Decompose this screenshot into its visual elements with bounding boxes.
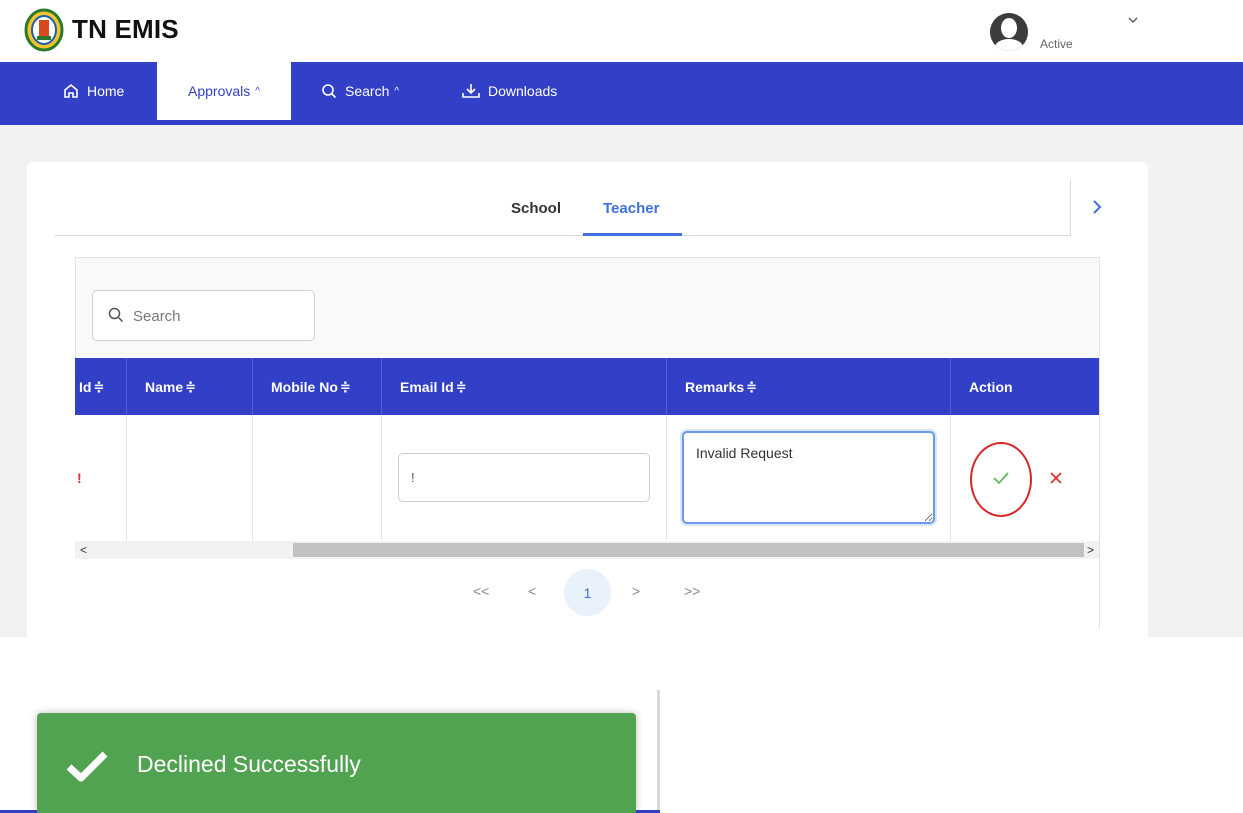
toast-message: Declined Successfully [137, 751, 361, 777]
email-field[interactable] [398, 453, 650, 502]
table-header: Id ≑ Name ≑ Mobile No ≑ Email Id ≑ Remarks ≑ … [75, 358, 1099, 415]
pagination-next[interactable]: > [632, 583, 640, 599]
search-input[interactable] [133, 305, 303, 327]
search-icon [108, 307, 124, 323]
tabs-divider [55, 235, 1070, 236]
checkmark-icon [66, 751, 108, 782]
pagination-last[interactable]: >> [684, 583, 700, 599]
tabs-vertical-divider [1070, 180, 1071, 236]
cell-id-value: ! [77, 470, 82, 486]
user-status: Active [1040, 37, 1073, 51]
tn-government-emblem-logo [24, 8, 64, 54]
tab-teacher[interactable]: Teacher [603, 200, 659, 217]
column-header-mobile[interactable]: Mobile No ≑ [253, 358, 382, 415]
pagination-current-page[interactable]: 1 [564, 569, 611, 616]
brand-title: TN EMIS [72, 14, 179, 44]
top-bar: TN EMIS Active [0, 0, 1243, 62]
nav-search[interactable]: Search ^ [321, 62, 399, 120]
nav-approvals-label: Approvals [188, 83, 251, 99]
chevron-right-icon[interactable] [1090, 197, 1104, 217]
nav-home-label: Home [87, 83, 125, 99]
chevron-down-icon[interactable] [1126, 13, 1140, 27]
cell-name [127, 415, 253, 541]
nav-downloads[interactable]: Downloads [462, 62, 557, 120]
nav-search-label: Search [345, 83, 390, 99]
column-header-remarks[interactable]: Remarks ≑ [667, 358, 951, 415]
column-header-email[interactable]: Email Id ≑ [382, 358, 667, 415]
decline-button[interactable] [1048, 470, 1064, 486]
scroll-left-arrow[interactable]: < [80, 543, 87, 557]
caret-up-icon: ^ [255, 85, 260, 97]
remarks-textarea[interactable]: Invalid Request [682, 431, 935, 524]
sort-icon: ≑ [185, 378, 197, 394]
column-header-id[interactable]: Id ≑ [75, 358, 127, 415]
scrollbar-thumb[interactable] [293, 543, 1084, 557]
search-icon [322, 84, 337, 99]
success-toast[interactable]: Declined Successfully [37, 713, 636, 813]
scroll-right-arrow[interactable]: > [1087, 543, 1094, 557]
sort-icon: ≑ [93, 378, 105, 394]
nav-approvals[interactable]: Approvals ^ [157, 62, 291, 120]
active-tab-indicator [583, 233, 682, 236]
column-header-action: Action [969, 378, 1013, 395]
search-box[interactable] [92, 290, 315, 341]
home-icon [64, 83, 78, 98]
nav-home[interactable]: Home [63, 62, 124, 120]
nav-downloads-label: Downloads [488, 83, 558, 99]
background-divider [657, 690, 660, 813]
user-avatar[interactable] [990, 13, 1028, 51]
sort-icon: ≑ [455, 378, 467, 394]
check-icon [993, 472, 1009, 485]
pagination-prev[interactable]: < [528, 583, 536, 599]
main-navbar: Home Approvals ^ Search ^ Downloads [0, 62, 1243, 125]
tab-school[interactable]: School [511, 200, 561, 217]
caret-up-icon: ^ [394, 85, 400, 97]
pagination-first[interactable]: << [473, 583, 489, 599]
cell-mobile [253, 415, 382, 541]
cell-id [75, 415, 127, 541]
approve-button[interactable] [990, 467, 1012, 489]
download-icon [462, 84, 480, 98]
sort-icon: ≑ [339, 378, 351, 394]
sort-icon: ≑ [746, 378, 758, 394]
column-header-name[interactable]: Name ≑ [127, 358, 253, 415]
close-icon [1050, 472, 1062, 484]
